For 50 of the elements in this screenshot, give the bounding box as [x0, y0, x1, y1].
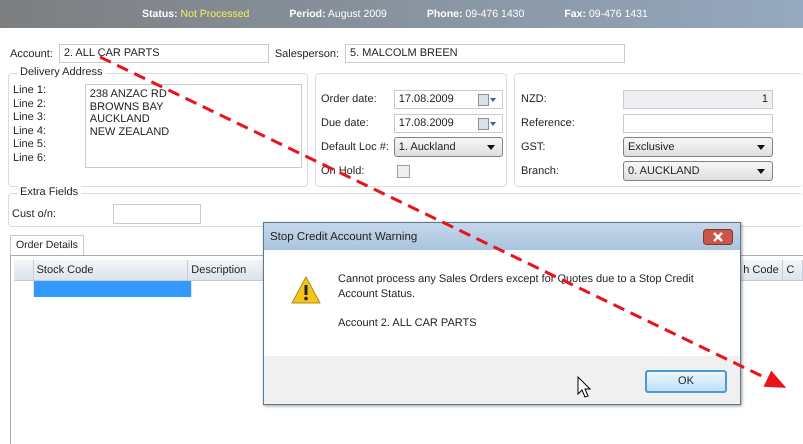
cust-order-field[interactable]: [113, 204, 201, 224]
column-header[interactable]: Stock Code: [34, 260, 188, 280]
header-field: Status: Not Processed: [142, 8, 250, 20]
dialog-message: Account 2. ALL CAR PARTS: [338, 316, 478, 331]
caret-icon[interactable]: [757, 169, 765, 174]
field-label: Order date:: [321, 93, 378, 105]
calendar-icon[interactable]: [478, 118, 496, 130]
field-label: Reference:: [521, 117, 576, 129]
warning-icon: [290, 275, 322, 305]
panel-title: Delivery Address: [17, 66, 106, 78]
dialog-message: Cannot process any Sales Orders except for Quotes due to a Stop Credit Account Status.: [338, 272, 695, 302]
header-field: Phone: 09-476 1430: [426, 8, 524, 20]
field-label: Line 6:: [13, 152, 48, 165]
field-label: Cust o/n:: [12, 208, 58, 220]
panel-title: Extra Fields: [17, 186, 82, 198]
field-label: Line 2:: [13, 98, 48, 111]
dialog-title: Stop Credit Account Warning: [270, 230, 418, 242]
tab[interactable]: Order Details: [10, 235, 84, 255]
field-label: Line 1:: [13, 84, 48, 98]
field-label: NZD:: [521, 93, 548, 105]
account-field[interactable]: 2. ALL CAR PARTS: [58, 44, 269, 63]
reference-field[interactable]: [623, 114, 773, 132]
salesperson-field[interactable]: 5. MALCOLM BREEN: [345, 44, 626, 63]
cursor-icon: [577, 376, 591, 398]
address-field[interactable]: 238 ANZAC RD BROWNS BAY AUCKLAND NEW ZEALAND: [84, 84, 302, 168]
field-label: Due date:: [321, 117, 370, 129]
field-label: Default Loc #:: [321, 141, 390, 153]
calendar-icon[interactable]: [478, 94, 496, 106]
caret-icon[interactable]: [487, 145, 495, 150]
field-label: Salesperson:: [274, 48, 340, 60]
dropdown[interactable]: 0. AUCKLAND: [623, 161, 773, 181]
header-field: Fax: 09-476 1431: [564, 8, 648, 20]
caret-icon[interactable]: [757, 145, 765, 150]
date-field[interactable]: 17.08.2009: [394, 114, 503, 132]
rate-field: 1: [623, 90, 773, 108]
field-label: GST:: [521, 141, 546, 153]
field-label: Line 5:: [13, 138, 48, 152]
dropdown[interactable]: 1. Auckland: [394, 137, 503, 157]
field-label: Line 4:: [13, 124, 48, 138]
date-field[interactable]: 17.08.2009: [394, 90, 503, 108]
header-field: Period: August 2009: [289, 8, 387, 20]
column-header[interactable]: C: [783, 260, 803, 280]
dropdown[interactable]: Exclusive: [623, 137, 773, 157]
field-label: Account:: [10, 48, 53, 60]
close-button[interactable]: [703, 228, 733, 244]
ok-button[interactable]: OK: [645, 370, 727, 392]
field-label: Branch:: [521, 165, 560, 177]
field-label: Line 3:: [13, 111, 48, 124]
table-cell[interactable]: [34, 281, 192, 297]
checkbox[interactable]: [397, 164, 410, 178]
